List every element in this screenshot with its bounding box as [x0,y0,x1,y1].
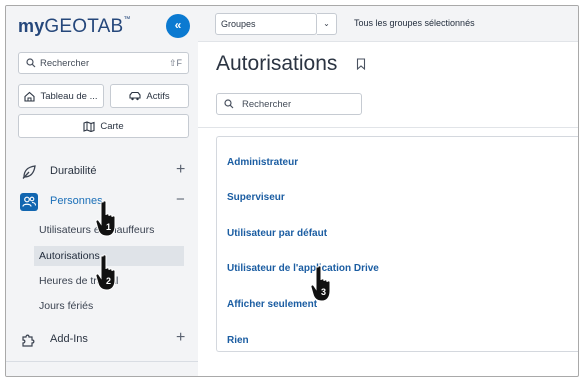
people-icon [20,193,38,211]
expand-icon[interactable]: + [176,161,185,179]
cursor-number: 2 [106,276,111,286]
list-item[interactable]: Rien [227,335,249,346]
hand-cursor-icon: 3 [310,265,331,302]
search-icon [224,99,234,109]
list-item[interactable]: Utilisateur de l'application Drive [227,263,379,274]
content-divider [198,127,578,128]
list-item[interactable]: Superviseur [227,192,285,203]
mygeotab-logo[interactable]: myGEOTAB™ [18,16,131,38]
groups-select[interactable]: Groupes [215,13,317,35]
cursor-number: 3 [321,287,326,297]
expand-icon[interactable]: + [176,329,185,347]
list-item[interactable]: Utilisateur par défaut [227,228,327,239]
groups-label: Groupes [221,19,256,29]
sidebar-search-placeholder: Rechercher [40,58,90,69]
carte-button[interactable]: Carte [18,114,189,138]
top-bar: Groupes ⌄ Tous les groupes sélectionnés [198,6,578,42]
page-title: Autorisations [216,52,338,75]
sidebar-divider [6,361,198,362]
actifs-button[interactable]: Actifs [110,84,189,108]
clearance-list: Administrateur Superviseur Utilisateur p… [216,136,578,352]
cursor-number: 1 [106,222,111,232]
hand-cursor-icon: 2 [95,254,116,291]
sidebar-item-label: Add-Ins [50,333,88,345]
groups-selection-text: Tous les groupes sélectionnés [354,18,475,28]
search-icon [26,58,36,68]
puzzle-icon [22,334,35,347]
tableau-label: Tableau de ... [40,90,98,102]
sidebar-item-label: Durabilité [50,165,97,177]
sidebar-item-durabilite[interactable]: Durabilité + [6,158,198,184]
search-shortcut: ⇧F [168,58,182,68]
search-placeholder: Rechercher [242,99,292,110]
tableau-de-bord-button[interactable]: Tableau de ... [18,84,104,108]
bookmark-icon[interactable] [356,58,366,70]
leaf-icon [22,165,36,179]
sidebar-item-addins[interactable]: Add-Ins + [6,326,198,352]
list-item[interactable]: Afficher seulement [227,299,317,310]
collapse-sidebar-button[interactable]: « [166,14,190,38]
hand-cursor-icon: 1 [95,200,116,237]
vehicle-icon [129,91,141,101]
app-window: myGEOTAB™ « Rechercher ⇧F Tableau de ...… [5,5,579,377]
collapse-icon[interactable]: − [176,191,185,208]
map-icon [83,120,95,132]
sidebar: myGEOTAB™ « Rechercher ⇧F Tableau de ...… [6,6,198,376]
sidebar-search-input[interactable]: Rechercher ⇧F [18,52,189,74]
actifs-label: Actifs [146,90,170,102]
carte-label: Carte [100,120,124,132]
list-item[interactable]: Administrateur [227,157,298,168]
sidebar-subitem-jours-feries[interactable]: Jours fériés [34,296,184,316]
chevron-down-icon[interactable]: ⌄ [317,13,337,35]
home-icon [24,91,36,102]
search-input[interactable]: Rechercher [216,93,362,115]
